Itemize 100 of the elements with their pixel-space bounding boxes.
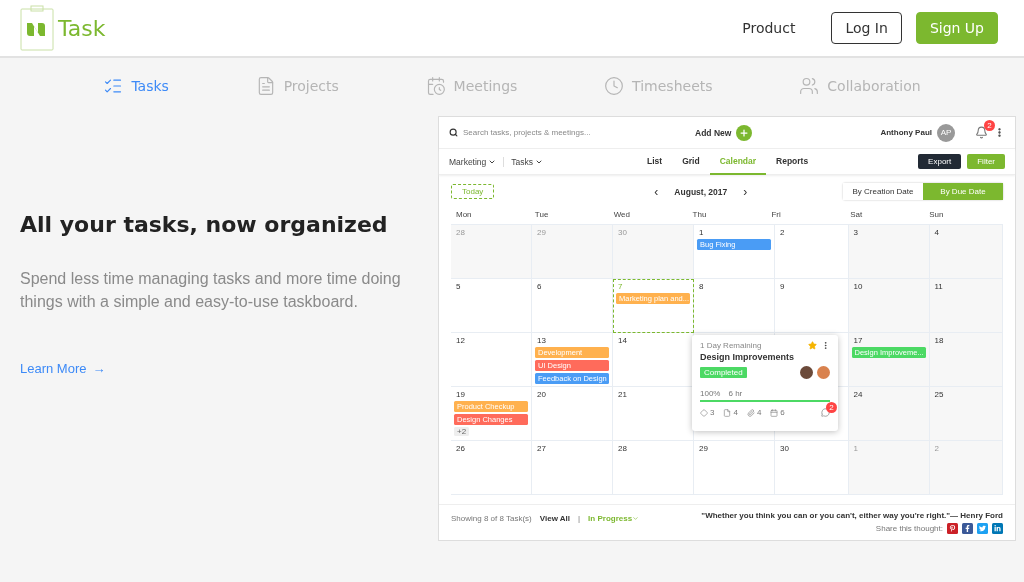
day-number: 5	[455, 282, 462, 291]
weekday-label: Wed	[612, 210, 631, 221]
remaining-text: 1 Day Remaining	[700, 341, 762, 350]
previous-button[interactable]: ‹	[654, 184, 659, 199]
day-number: 29	[536, 228, 547, 237]
people-icon	[799, 76, 820, 96]
day-number: 11	[933, 282, 944, 291]
day-number: 8	[698, 282, 705, 291]
more-icon[interactable]	[821, 341, 830, 350]
calendar-day[interactable]: 6	[532, 279, 613, 333]
day-number: 26	[455, 444, 466, 453]
pinterest-icon[interactable]	[947, 523, 958, 534]
hours-text: 6 hr	[728, 389, 743, 398]
stat-count: 6	[780, 408, 785, 417]
user-name: Anthony Paul	[880, 128, 932, 137]
day-number: 4	[933, 228, 940, 237]
quote-text: "Whether you think you can or you can't, either way you're right."— Henry Ford	[701, 511, 1003, 520]
caret-icon	[632, 515, 640, 522]
export-button[interactable]: Export	[918, 154, 962, 169]
filter-dropdown[interactable]: Tasks	[511, 156, 551, 167]
calendar-day[interactable]: 30	[775, 441, 849, 495]
day-number: 1	[698, 228, 705, 237]
day-number: 6	[536, 282, 543, 291]
view-tab[interactable]: List	[637, 148, 673, 175]
view-tab[interactable]: Reports	[766, 148, 819, 175]
next-button[interactable]: ›	[743, 184, 748, 199]
calendar-day[interactable]: 29	[694, 441, 775, 495]
day-number: 2	[779, 228, 786, 237]
hero-text: Spend less time managing tasks and more time doing things with a simple and easy-to-use taskboard.	[20, 269, 402, 312]
comment-icon[interactable]	[821, 408, 830, 417]
comment-badge: 2	[826, 402, 837, 413]
calendar-day[interactable]: 11	[929, 279, 1003, 333]
calendar-day[interactable]: 26	[451, 441, 532, 495]
view-all-link[interactable]: View All	[539, 514, 570, 523]
calendar-day[interactable]: 10	[848, 279, 930, 333]
logo-icon	[20, 5, 54, 51]
day-number: 12	[455, 336, 466, 345]
calendar-day[interactable]: 14	[613, 333, 694, 387]
file-icon	[723, 408, 732, 417]
calendar-day[interactable]: 25	[929, 387, 1003, 441]
calendar-day[interactable]: 4	[929, 225, 1003, 279]
calendar-day[interactable]: 20	[532, 387, 613, 441]
diamond-icon	[700, 408, 708, 417]
calendar-day[interactable]: 18	[929, 333, 1003, 387]
calendar-day[interactable]: 3	[848, 225, 930, 279]
clock-icon	[604, 76, 625, 96]
month-label: August, 2017	[674, 186, 728, 197]
star-icon[interactable]	[808, 341, 817, 350]
stat-count: 3	[710, 408, 715, 417]
calendar-day[interactable]: 8	[694, 279, 775, 333]
calendar-day[interactable]: 2	[775, 225, 849, 279]
percent-text: 100%	[700, 389, 721, 398]
calendar-day[interactable]: 12	[451, 333, 532, 387]
calendar-day[interactable]: 5	[451, 279, 532, 333]
day-number: 1	[852, 444, 859, 453]
day-number: 3	[852, 228, 859, 237]
calendar-day[interactable]: 28	[613, 441, 694, 495]
day-number: 28	[455, 228, 466, 237]
weekday-label: Sat	[849, 210, 864, 221]
day-number: 20	[536, 390, 547, 399]
day-number: 18	[933, 336, 945, 345]
weekday-label: Thu	[691, 210, 708, 221]
view-tab[interactable]: Grid	[672, 148, 710, 175]
task-title: Design Improvements	[700, 352, 796, 362]
search-icon	[449, 128, 458, 137]
add-new-button[interactable]: Add New	[695, 124, 753, 141]
twitter-icon[interactable]	[977, 523, 988, 534]
calendar-day[interactable]: 9	[775, 279, 849, 333]
share-label: Share this thought:	[875, 524, 943, 533]
hero-title: All your tasks, now organized	[20, 212, 389, 237]
task-count: Showing 8 of 8 Task(s)	[451, 514, 532, 523]
day-number: 25	[933, 390, 945, 399]
avatar	[817, 366, 830, 379]
day-number: 28	[617, 444, 628, 453]
day-number: 13	[536, 336, 547, 345]
calendar-icon	[425, 76, 446, 96]
stat-count: 4	[756, 408, 762, 417]
bell-icon[interactable]	[975, 126, 988, 139]
day-number: 24	[852, 390, 864, 399]
filter-dropdown[interactable]: Marketing	[449, 156, 505, 167]
weekday-label: Tue	[533, 210, 550, 221]
nav-link[interactable]: Product	[728, 12, 810, 44]
plus-icon	[739, 127, 750, 138]
day-number: 14	[617, 336, 628, 345]
avatar	[800, 366, 813, 379]
calendar-icon	[770, 408, 779, 417]
calendar-day[interactable]: 24	[848, 387, 930, 441]
sort-toggle[interactable]: By Creation Date	[843, 183, 923, 200]
facebook-icon[interactable]	[962, 523, 973, 534]
day-number: 2	[933, 444, 940, 453]
day-number: 30	[617, 228, 628, 237]
paperclip-icon	[746, 408, 755, 417]
linkedin-icon[interactable]	[992, 523, 1003, 534]
day-number: 9	[779, 282, 786, 291]
day-number: 21	[617, 390, 628, 399]
day-number: 10	[852, 282, 864, 291]
more-events[interactable]: +2	[454, 427, 470, 436]
log-in-button[interactable]: Log In	[831, 12, 902, 44]
status-badge: Completed	[700, 367, 747, 378]
calendar-day[interactable]: 27	[532, 441, 613, 495]
